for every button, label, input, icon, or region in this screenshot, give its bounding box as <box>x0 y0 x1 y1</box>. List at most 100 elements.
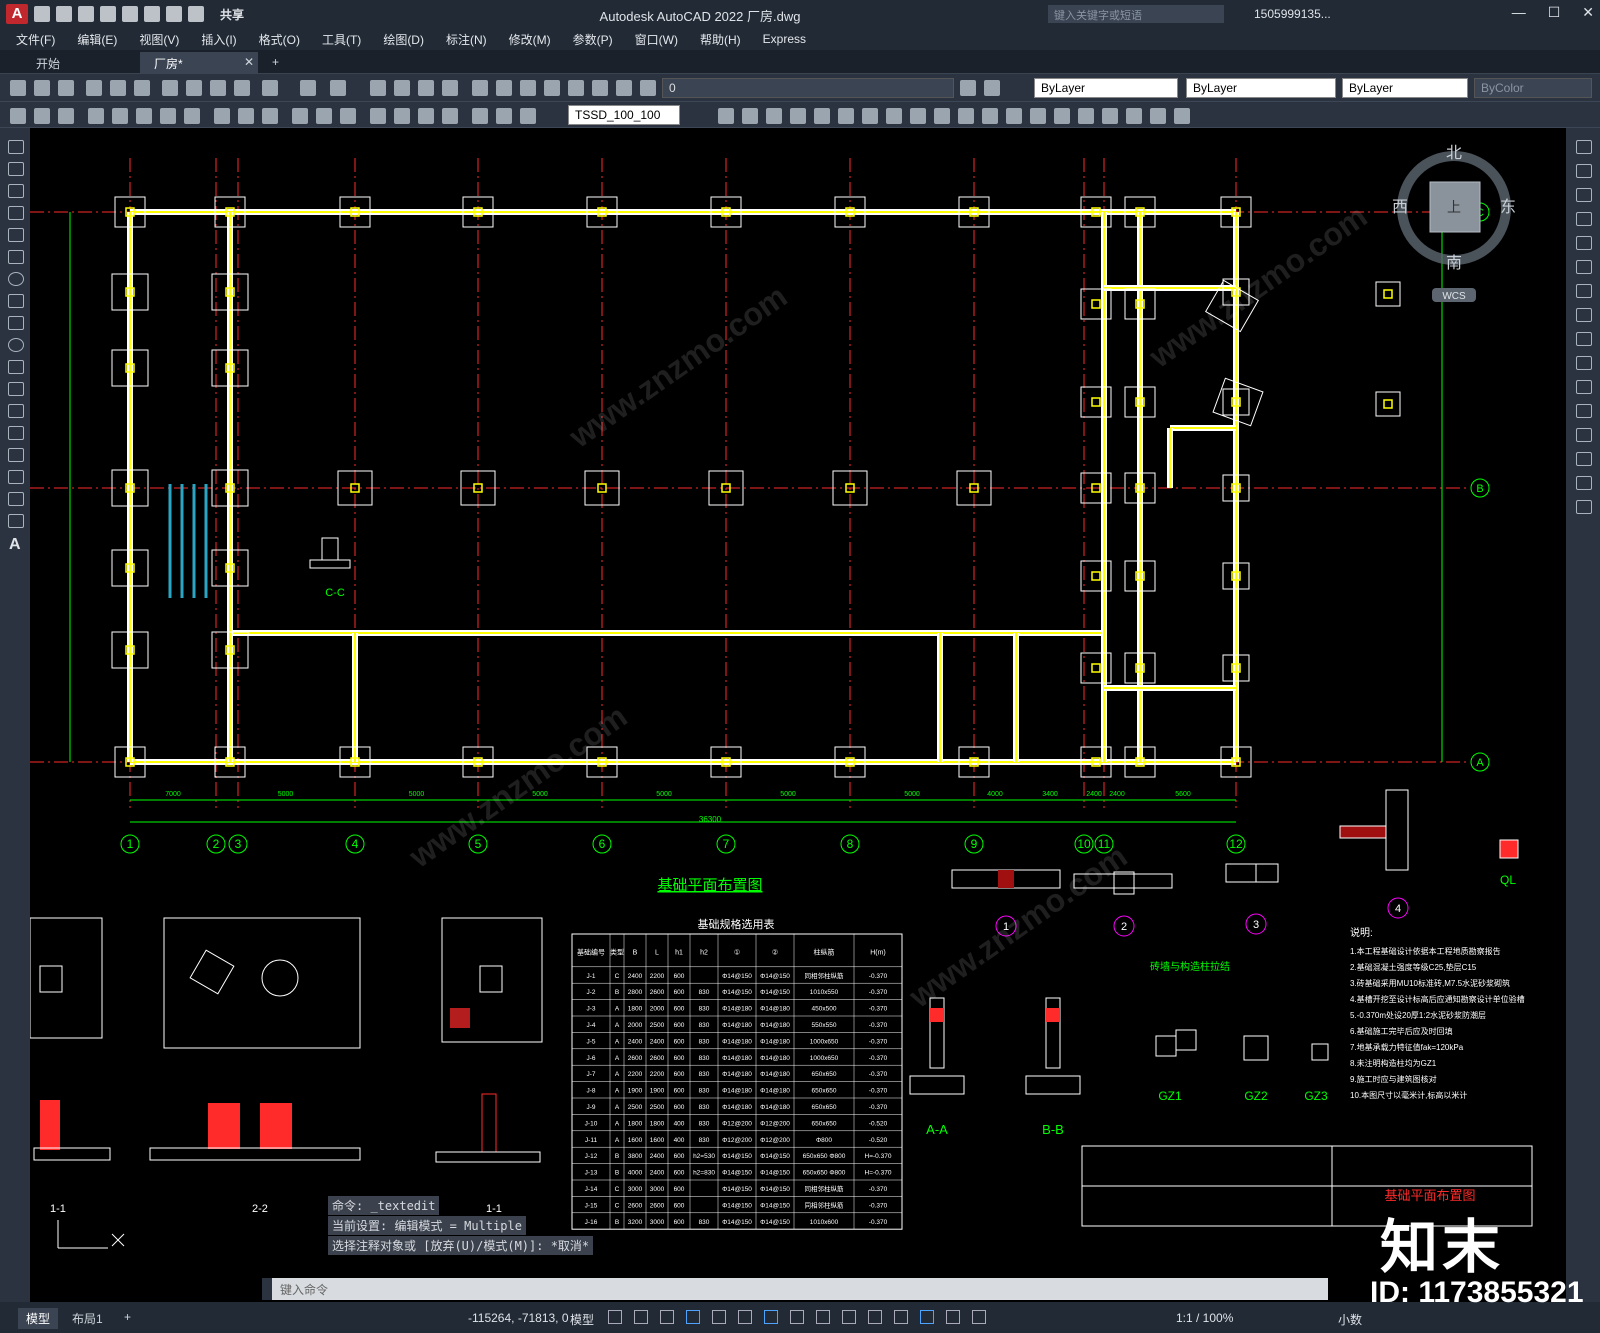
radius-dim-icon[interactable] <box>112 108 128 124</box>
new-file-icon[interactable] <box>34 6 50 22</box>
menu-parametric[interactable]: 参数(P) <box>573 31 613 48</box>
spline-icon[interactable] <box>8 316 24 330</box>
center-mark-icon[interactable] <box>316 108 332 124</box>
menu-draw[interactable]: 绘图(D) <box>383 31 424 48</box>
scale-icon[interactable] <box>1576 308 1592 322</box>
menu-help[interactable]: 帮助(H) <box>700 31 741 48</box>
3d-osnap-icon[interactable] <box>868 1310 882 1324</box>
mirror-icon[interactable] <box>742 108 758 124</box>
offset-icon[interactable] <box>766 108 782 124</box>
menu-tools[interactable]: 工具(T) <box>322 31 361 48</box>
color-dropdown[interactable]: ByLayer <box>1034 78 1178 98</box>
stretch-icon[interactable] <box>886 108 902 124</box>
open-file-icon[interactable] <box>56 6 72 22</box>
zoom-window-icon[interactable] <box>418 80 434 96</box>
break-icon[interactable] <box>1576 404 1592 418</box>
undo-icon[interactable] <box>166 6 182 22</box>
fillet-icon[interactable] <box>1576 476 1592 490</box>
viewcube-east[interactable]: 东 <box>1500 198 1516 216</box>
aligned-dim-icon[interactable] <box>34 108 50 124</box>
match-properties-icon[interactable] <box>234 80 250 96</box>
menu-edit[interactable]: 编辑(E) <box>77 31 117 48</box>
redo-icon[interactable] <box>188 6 204 22</box>
annotation-visibility-icon[interactable] <box>920 1310 934 1324</box>
viewcube-north[interactable]: 北 <box>1446 144 1462 162</box>
table-icon[interactable] <box>8 514 24 528</box>
sheet-set-icon[interactable] <box>544 80 560 96</box>
mtext-icon[interactable]: A <box>9 536 21 554</box>
polyline-icon[interactable] <box>8 184 24 198</box>
viewcube-top[interactable]: 上 <box>1447 199 1461 215</box>
arc-dim-icon[interactable] <box>58 108 74 124</box>
minimize-button[interactable]: — <box>1512 4 1526 21</box>
erase-icon[interactable] <box>1576 140 1592 154</box>
polar-icon[interactable] <box>686 1310 700 1324</box>
baseline-dim-icon[interactable] <box>238 108 254 124</box>
linetype-dropdown[interactable]: ByLayer <box>1186 78 1336 98</box>
dynamic-ucs-icon[interactable] <box>894 1310 908 1324</box>
copy-tool-icon[interactable] <box>718 108 734 124</box>
chamfer-icon[interactable] <box>1006 108 1022 124</box>
units-readout[interactable]: 小数 <box>1338 1311 1362 1328</box>
dim-style-dropdown[interactable]: TSSD_100_100 <box>568 105 680 125</box>
array-icon[interactable] <box>1576 236 1592 250</box>
stretch-icon[interactable] <box>1576 332 1592 346</box>
drawing-canvas[interactable]: 7000 5000 5000 5000 5000 5000 5000 4000 3400 2400… <box>30 128 1566 1310</box>
explode-icon[interactable] <box>1576 500 1592 514</box>
menu-dimension[interactable]: 标注(N) <box>446 31 487 48</box>
autocad-logo[interactable]: A <box>6 4 28 24</box>
publish-icon[interactable] <box>134 80 150 96</box>
arc-icon[interactable] <box>8 250 24 264</box>
linear-dim-icon[interactable] <box>10 108 26 124</box>
diameter-dim-icon[interactable] <box>160 108 176 124</box>
gradient-icon[interactable] <box>8 470 24 484</box>
jogged-dim-icon[interactable] <box>136 108 152 124</box>
redo-icon[interactable] <box>330 80 346 96</box>
move-icon[interactable] <box>1576 260 1592 274</box>
multileader-icon[interactable] <box>496 108 512 124</box>
construction-line-icon[interactable] <box>8 162 24 176</box>
design-center-icon[interactable] <box>496 80 512 96</box>
menu-format[interactable]: 格式(O) <box>259 31 300 48</box>
viewcube-south[interactable]: 南 <box>1446 254 1462 272</box>
share-button[interactable]: 共享 <box>220 6 244 23</box>
block-editor-icon[interactable] <box>262 80 278 96</box>
scale-readout[interactable]: 1:1 / 100% <box>1176 1311 1233 1325</box>
copy-icon[interactable] <box>186 80 202 96</box>
transparency-icon[interactable] <box>816 1310 830 1324</box>
menu-modify[interactable]: 修改(M) <box>509 31 551 48</box>
autoscale-icon[interactable] <box>946 1310 960 1324</box>
pan-icon[interactable] <box>370 80 386 96</box>
offset-icon[interactable] <box>1576 212 1592 226</box>
polygon-icon[interactable] <box>8 206 24 220</box>
explode-icon[interactable] <box>1054 108 1070 124</box>
dim-text-edit-icon[interactable] <box>394 108 410 124</box>
layer-walk-icon[interactable] <box>1174 108 1190 124</box>
zoom-previous-icon[interactable] <box>442 80 458 96</box>
layer-lock-icon[interactable] <box>1126 108 1142 124</box>
plot-icon[interactable] <box>144 6 160 22</box>
copy-icon[interactable] <box>1576 164 1592 178</box>
object-track-icon[interactable] <box>738 1310 752 1324</box>
rectangle-icon[interactable] <box>8 228 24 242</box>
search-input[interactable]: 键入关键字或短语 <box>1048 5 1224 23</box>
tab-model[interactable]: 模型 <box>18 1308 59 1329</box>
chamfer-icon[interactable] <box>1576 452 1592 466</box>
rotate-icon[interactable] <box>1576 284 1592 298</box>
break-icon[interactable] <box>958 108 974 124</box>
mirror-icon[interactable] <box>1576 188 1592 202</box>
dim-edit-icon[interactable] <box>370 108 386 124</box>
line-icon[interactable] <box>8 140 24 154</box>
ellipse-arc-icon[interactable] <box>8 360 24 374</box>
inspection-icon[interactable] <box>340 108 356 124</box>
array-icon[interactable] <box>790 108 806 124</box>
close-button[interactable]: ✕ <box>1582 4 1594 21</box>
layer-previous-icon[interactable] <box>984 80 1000 96</box>
viewcube-west[interactable]: 西 <box>1392 199 1408 216</box>
text-icon[interactable] <box>520 108 536 124</box>
viewcube[interactable]: 北 南 东 西 上 WCS <box>1392 144 1516 302</box>
snap-icon[interactable] <box>634 1310 648 1324</box>
markup-icon[interactable] <box>568 80 584 96</box>
revcloud-icon[interactable] <box>8 294 24 308</box>
save-icon[interactable] <box>78 6 94 22</box>
